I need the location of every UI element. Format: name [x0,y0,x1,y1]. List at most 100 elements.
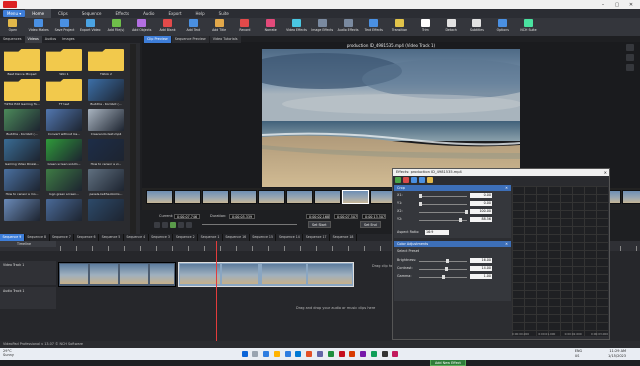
in-point-field[interactable]: 0:00:02.168 [306,214,330,219]
save-project-button[interactable]: Save Project [54,19,75,32]
current-time-field[interactable]: 0:00:07.746 [174,214,200,219]
x2-value-field[interactable]: 100.00 [470,209,492,214]
taskbar-app-icon[interactable] [392,351,399,357]
x1-slider-knob[interactable] [419,194,422,198]
sequence-tab[interactable]: Sequence 17 [303,234,331,241]
video-frame[interactable] [262,49,520,187]
bin-item[interactable]: Buddha - Kornbot (... [3,109,41,139]
preview-tab-video-tutorials[interactable]: Video Tutorials [209,36,241,43]
add-title-button[interactable]: Add Title [209,19,230,32]
split-view-icon[interactable] [626,54,634,61]
taskbar-app-icon[interactable] [360,351,367,357]
sequence-tab[interactable]: Sequence 15 [250,234,277,241]
bin-item[interactable]: Tiktok 2 [87,49,125,79]
gamma-value-field[interactable]: 1.00 [470,274,492,279]
preview-tab-clip-preview[interactable]: Clip Preview [144,36,171,43]
narrate-button[interactable]: Narrate [260,19,281,32]
tab-help[interactable]: Help [189,9,212,18]
close-icon[interactable]: ✕ [604,169,607,176]
bin-item[interactable] [87,199,125,229]
x2-slider-knob[interactable] [465,210,468,214]
bin-item[interactable] [3,199,41,229]
bin-item[interactable]: Buddha - Kornbot (... [87,79,125,109]
sequence-tab[interactable]: Sequence 14 [276,234,304,241]
preview-tab-sequence-preview[interactable]: Sequence Preview [171,36,209,43]
sequence-tab[interactable]: Sequence 6 [74,234,100,241]
crop-header[interactable]: Crop ✕ [394,185,511,191]
brightness-slider-knob[interactable] [445,259,449,263]
remove-effect-icon[interactable] [403,177,409,183]
y1-slider-knob[interactable] [419,202,422,206]
taskbar-app-icon[interactable] [306,351,313,357]
tab-suite[interactable]: Suite [212,9,236,18]
contrast-slider-knob[interactable] [445,267,449,271]
trim-button[interactable]: Trim [415,19,436,32]
sequence-tab[interactable]: Sequence 18 [330,234,357,241]
weather-widget[interactable]: 29°C Sunny [3,349,14,357]
tab-clips[interactable]: Clips [51,9,75,18]
bin-item[interactable]: How to censor a vi... [87,139,125,169]
taskbar-app-icon[interactable] [381,351,388,357]
playhead[interactable] [216,241,217,346]
bin-item[interactable]: Convert without los... [45,109,83,139]
bin-item[interactable]: How to censor a mo... [3,169,41,199]
undock-icon[interactable] [626,64,634,71]
gamma-slider-knob[interactable] [442,275,445,279]
y2-value-field[interactable]: 88.56 [470,217,492,222]
options-button[interactable]: Options [492,19,513,32]
bin-scrollbar[interactable] [130,44,136,234]
bin-item[interactable]: Green screen solutn... [45,139,83,169]
select-preset-row[interactable]: Select Preset [397,249,509,255]
taskbar-app-icon[interactable] [338,351,345,357]
bin-item[interactable]: Crescendo-text.mp4 [87,109,125,139]
nch-suite-button[interactable]: NCH Suite [518,19,539,32]
taskbar-app-icon[interactable] [263,351,270,357]
bin-item[interactable]: Gaming Video Rinzal... [3,139,41,169]
taskbar-app-icon[interactable] [349,351,356,357]
fullscreen-icon[interactable] [626,44,634,51]
scrub-bar[interactable] [202,224,297,225]
bin-tab-images[interactable]: Images [59,36,77,43]
add-text-button[interactable]: Add Text [183,19,204,32]
add-effect-icon[interactable] [395,177,401,183]
set-end-button[interactable]: Set End [360,221,381,228]
step-back-icon[interactable] [162,222,168,228]
brightness-slider[interactable] [419,261,467,262]
sequence-tab[interactable]: Sequence 1 [198,234,223,241]
maximize-icon[interactable]: ▢ [610,2,624,8]
subtitles-button[interactable]: Subtitles [466,19,487,32]
sequence-tab[interactable]: Sequence 4 [124,234,149,241]
sequence-tab[interactable]: Sequence 8 [25,234,50,241]
go-start-icon[interactable] [154,222,160,228]
move-up-icon[interactable] [411,177,417,183]
text-effects-button[interactable]: Text Effects [363,19,384,32]
video-makes-button[interactable]: Video Makes [28,19,49,32]
color-adjustments-header[interactable]: Color Adjustments ✕ [394,241,511,247]
tab-sequence[interactable]: Sequence [75,9,109,18]
sequence-tab[interactable]: Sequence 5 [99,234,124,241]
add-file-s-button[interactable]: Add File(s) [106,19,127,32]
minimize-icon[interactable]: – [596,2,610,8]
close-icon[interactable]: ✕ [624,2,638,8]
open-button[interactable]: Open [2,19,23,32]
taskbar-app-icon[interactable] [295,351,302,357]
y1-value-field[interactable]: 0.00 [470,201,492,206]
end-time-field[interactable]: 0:00:13.507 [362,214,386,219]
taskbar-app-icon[interactable] [284,351,291,357]
add-blank-button[interactable]: Add Blank [157,19,178,32]
x1-slider[interactable] [419,196,467,197]
brightness-value-field[interactable]: 16.00 [470,258,492,263]
step-forward-icon[interactable] [178,222,184,228]
bin-item[interactable]: TT test [45,79,83,109]
windows-start-icon[interactable] [241,351,248,357]
y2-slider-knob[interactable] [459,218,463,222]
bin-item[interactable]: Best Dance Mixped [3,49,41,79]
taskbar-app-icon[interactable] [327,351,334,357]
taskbar-app-icon[interactable] [273,351,280,357]
taskbar-clock[interactable]: 11:29 AM 1/15/2023 [608,349,626,358]
contrast-value-field[interactable]: 14.00 [470,266,492,271]
bin-tab-videos[interactable]: Videos [24,36,42,43]
add-objects-button[interactable]: Add Objects [131,19,152,32]
keyframe-grid[interactable] [512,186,608,336]
x2-slider[interactable] [419,212,467,213]
